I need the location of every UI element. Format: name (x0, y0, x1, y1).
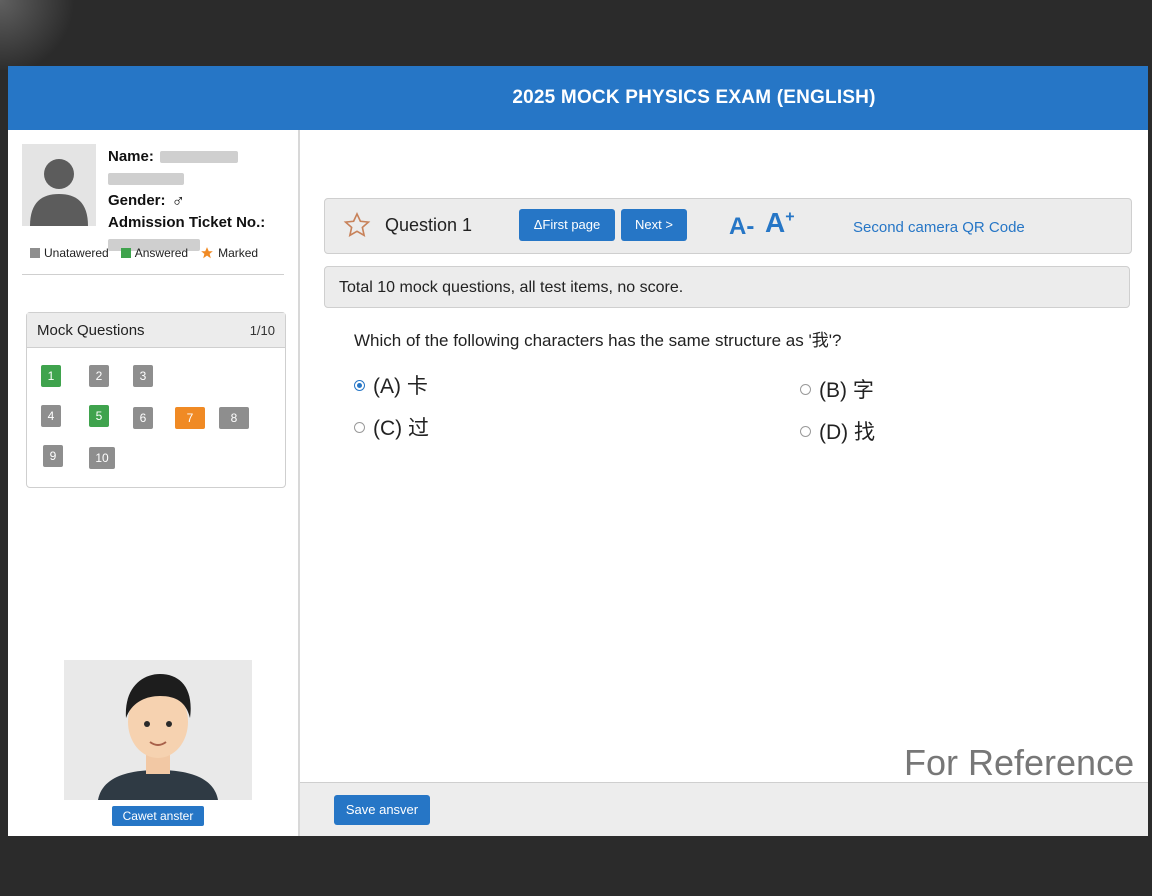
radio-icon[interactable] (800, 383, 811, 395)
name-label: Name: (108, 148, 154, 165)
camera-answer-button[interactable]: Cawet anster (112, 806, 204, 826)
question-count: 1/10 (249, 322, 275, 338)
reference-watermark: For Reference (904, 742, 1135, 783)
candidate-avatar (22, 144, 96, 226)
option-d[interactable]: (D) 找 (800, 416, 875, 446)
font-increase-button[interactable]: A+ (765, 207, 795, 239)
question-button-10[interactable]: 10 (89, 447, 115, 469)
question-toolbar: Question 1 ΔFirst page Next > A- A+ Seco… (324, 198, 1132, 254)
star-icon (201, 247, 213, 259)
person-silhouette-icon (30, 159, 88, 226)
question-button-8[interactable]: 8 (219, 407, 249, 429)
first-page-button[interactable]: ΔFirst page (519, 209, 615, 241)
question-button-9[interactable]: 9 (43, 445, 63, 467)
name-redacted-line2 (108, 173, 184, 185)
mock-questions-header: Mock Questions 1/10 (27, 313, 285, 348)
question-text: Which of the following characters has th… (354, 331, 842, 350)
camera-photo (64, 660, 252, 800)
candidate-sidebar: Name: Gender: ♂ Admission Ticket No.: Un… (8, 130, 300, 836)
legend-marked: Marked (200, 246, 258, 260)
option-b[interactable]: (B) 字 (800, 374, 874, 404)
radio-icon[interactable] (354, 421, 365, 433)
green-square-icon (120, 248, 131, 258)
question-label: Question 1 (385, 215, 473, 235)
radio-icon[interactable] (800, 425, 811, 437)
question-button-1[interactable]: 1 (41, 365, 61, 387)
candidate-info: Name: Gender: ♂ Admission Ticket No.: (108, 146, 265, 256)
legend-unanswered: Unatawered (30, 246, 109, 260)
screen-glare (0, 0, 80, 70)
mock-questions-title: Mock Questions (37, 321, 145, 339)
status-legend: Unatawered Answered Marked (30, 246, 264, 260)
gender-label: Gender: (108, 192, 166, 209)
name-redacted (159, 151, 238, 163)
gender-male-icon: ♂ (171, 191, 186, 211)
header-bar: 2025 MOCK PHYSICS EXAM (ENGLISH) (8, 66, 1148, 130)
legend-answered: Answered (120, 246, 188, 260)
option-c[interactable]: (C) 过 (354, 412, 429, 442)
exam-notice: Total 10 mock questions, all test items,… (324, 266, 1130, 308)
gray-square-icon (30, 248, 40, 258)
mock-questions-panel: Mock Questions 1/10 1 2 3 4 5 6 7 8 9 10 (26, 312, 286, 488)
exam-screen: 2025 MOCK PHYSICS EXAM (ENGLISH) Name: G… (8, 66, 1148, 836)
question-button-4[interactable]: 4 (41, 405, 61, 427)
sidebar-divider (22, 274, 284, 275)
candidate-photo-icon (64, 660, 252, 800)
qr-code-link[interactable]: Second camera QR Code (853, 219, 1025, 236)
question-button-7[interactable]: 7 (175, 407, 205, 429)
save-answer-button[interactable]: Save ansver (334, 795, 430, 825)
next-button[interactable]: Next > (621, 209, 687, 241)
mark-star-icon[interactable] (343, 211, 371, 239)
question-button-6[interactable]: 6 (133, 407, 153, 429)
admission-ticket-label: Admission Ticket No.: (108, 214, 266, 231)
question-button-5[interactable]: 5 (89, 405, 109, 427)
question-button-2[interactable]: 2 (89, 365, 109, 387)
font-decrease-button[interactable]: A- (729, 213, 754, 241)
footer-bar: Save ansver (300, 782, 1148, 836)
option-a[interactable]: (A) 卡 (354, 370, 428, 400)
question-button-3[interactable]: 3 (133, 365, 153, 387)
radio-selected-icon[interactable] (354, 379, 365, 391)
exam-title: 2025 MOCK PHYSICS EXAM (ENGLISH) (512, 87, 876, 108)
question-area: Question 1 ΔFirst page Next > A- A+ Seco… (300, 130, 1148, 836)
